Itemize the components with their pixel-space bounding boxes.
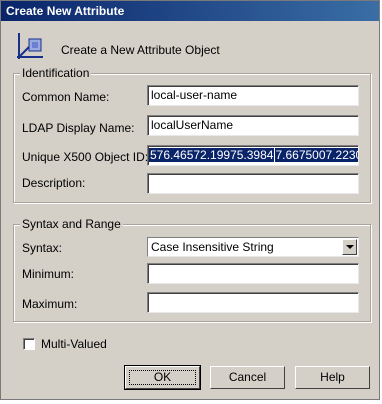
common-name-label: Common Name:: [22, 90, 110, 104]
multi-valued-label: Multi-Valued: [41, 337, 107, 351]
syntax-label: Syntax:: [22, 241, 63, 255]
help-button[interactable]: Help: [295, 366, 370, 389]
help-button-label: Help: [320, 370, 345, 384]
multi-valued-checkbox[interactable]: [23, 338, 35, 350]
cancel-button-label: Cancel: [228, 370, 267, 384]
window-title: Create New Attribute: [1, 1, 379, 21]
attribute-object-icon: [17, 33, 43, 59]
common-name-field[interactable]: local-user-name: [147, 85, 359, 106]
syntax-dropdown[interactable]: Case Insensitive String: [147, 237, 359, 257]
minimum-label: Minimum:: [22, 267, 75, 281]
x500-oid-label: Unique X500 Object ID:: [22, 150, 149, 164]
identification-group: Identification Common Name: local-user-n…: [13, 66, 371, 203]
maximum-field[interactable]: [147, 292, 359, 313]
syntax-value: Case Insensitive String: [151, 240, 274, 254]
x500-oid-value-selected: 7.6675007.2230922: [274, 148, 358, 162]
description-label: Description:: [22, 176, 86, 190]
ldap-display-name-label: LDAP Display Name:: [22, 121, 135, 135]
header-text: Create a New Attribute Object: [61, 43, 220, 57]
ldap-display-name-field[interactable]: localUserName: [147, 115, 359, 136]
create-attribute-dialog: Create New Attribute Create a New Attrib…: [0, 0, 380, 400]
focus-rect: [129, 370, 196, 385]
x500-oid-value: 576.46572.19975.3984: [149, 148, 275, 162]
ok-button[interactable]: OK: [124, 365, 201, 390]
maximum-label: Maximum:: [22, 297, 78, 311]
syntax-range-group: Syntax and Range Syntax: Case Insensitiv…: [13, 217, 371, 322]
chevron-down-icon[interactable]: [342, 239, 357, 255]
x500-oid-field[interactable]: 576.46572.19975.39847.6675007.2230922: [147, 145, 359, 166]
description-field[interactable]: [147, 173, 359, 194]
minimum-field[interactable]: [147, 263, 359, 284]
cancel-button[interactable]: Cancel: [210, 366, 285, 389]
syntax-range-group-title: Syntax and Range: [20, 217, 123, 231]
identification-group-title: Identification: [20, 66, 92, 80]
